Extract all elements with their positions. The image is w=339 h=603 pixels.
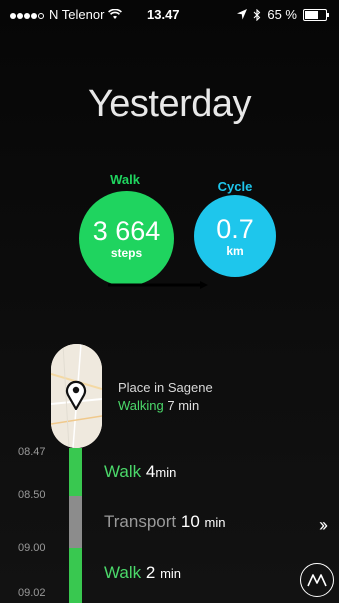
timeline-item-label: Walk: [104, 462, 142, 481]
clock: 13.47: [147, 7, 180, 22]
battery-icon: [303, 8, 329, 21]
cycle-distance-unit: km: [226, 243, 244, 258]
timeline-time: 08.47: [18, 446, 46, 458]
timeline-item-transport[interactable]: Transport 10 min: [104, 512, 225, 532]
battery-percent: 65 %: [267, 7, 297, 22]
status-right: 65 %: [237, 7, 329, 22]
timeline-item-walk[interactable]: Walk 4min: [104, 462, 176, 482]
timeline-item-label: Walk: [104, 563, 142, 582]
page-title: Yesterday: [87, 83, 252, 125]
timeline-item-label: Transport: [104, 512, 177, 531]
place-duration: 7 min: [167, 398, 200, 413]
cycle-label: Cycle: [217, 179, 253, 194]
timeline-time: 09.02: [18, 587, 46, 599]
place-map-thumbnail[interactable]: [51, 344, 102, 448]
cycle-summary-circle[interactable]: 0.7 km: [194, 195, 276, 277]
timeline-time: 08.50: [18, 489, 46, 501]
walk-steps-value: 3 664: [92, 216, 161, 246]
timeline-bar-walk-1: [69, 448, 82, 496]
timeline-item-value: 2: [145, 563, 156, 582]
place-activity-summary: Walking 7 min: [118, 398, 199, 413]
cycle-distance-value: 0.7: [216, 213, 254, 244]
map-pin-icon: [65, 380, 87, 410]
status-left: N Telenor: [10, 7, 123, 22]
timeline-item-value: 10: [180, 512, 200, 531]
app-screen: N Telenor 13.47 65 % Yesterday Walk 3 66…: [0, 0, 339, 603]
right-arrow-icon: [108, 281, 208, 289]
location-arrow-icon: [237, 9, 248, 20]
timeline-item-unit: min: [204, 515, 226, 530]
timeline-item-walk[interactable]: Walk 2 min: [104, 563, 181, 583]
carrier-label: N Telenor: [49, 7, 105, 22]
walk-steps-unit: steps: [110, 246, 143, 260]
signal-dots-icon: [10, 7, 45, 22]
timeline-item-unit: min: [160, 566, 182, 581]
timeline-bar-walk-2: [69, 548, 82, 603]
timeline-time: 09.00: [18, 542, 46, 554]
battery-fill: [305, 10, 318, 19]
place-activity: Walking: [118, 398, 164, 413]
timeline-item-unit: min: [155, 465, 177, 480]
walk-summary-circle[interactable]: 3 664 steps: [79, 191, 174, 286]
timeline-bar-transport: [69, 496, 82, 548]
double-chevron-right-icon[interactable]: ››: [319, 515, 328, 536]
status-bar: N Telenor 13.47 65 %: [0, 0, 339, 28]
place-name[interactable]: Place in Sagene: [118, 380, 213, 395]
bluetooth-icon: [253, 8, 261, 21]
moves-logo-icon[interactable]: [300, 563, 334, 597]
wifi-icon: [108, 9, 123, 19]
walk-label: Walk: [110, 172, 140, 187]
timeline-item-value: 4: [145, 462, 156, 481]
